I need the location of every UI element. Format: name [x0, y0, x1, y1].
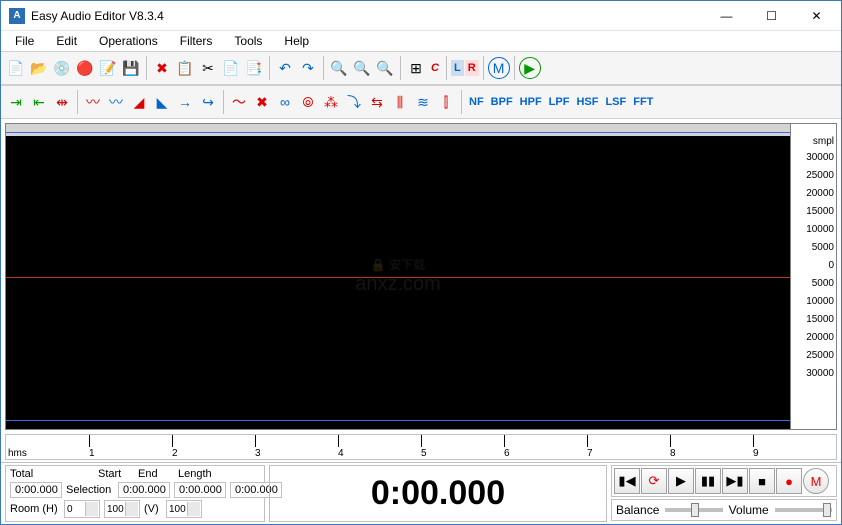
filter-lpf-button[interactable]: LPF — [546, 94, 573, 110]
fade-in-icon[interactable]: ◢ — [128, 91, 150, 113]
zoom-in-icon[interactable]: 🔍 — [328, 57, 350, 79]
menu-edit[interactable]: Edit — [46, 32, 87, 50]
effect1-icon[interactable]: 〜 — [228, 91, 250, 113]
filter-bpf-button[interactable]: BPF — [488, 94, 516, 110]
volume-label: Volume — [729, 503, 769, 517]
play-loop-button[interactable]: ⟳ — [641, 468, 667, 494]
record-button[interactable]: ● — [776, 468, 802, 494]
room-h1-stepper[interactable]: 0 — [64, 500, 100, 518]
length-label: Length — [178, 468, 214, 480]
effect10-icon[interactable]: ⫿ — [435, 91, 457, 113]
trim-start-icon[interactable]: ⇥ — [5, 91, 27, 113]
redo-icon[interactable]: ↷ — [297, 57, 319, 79]
trim-sel-icon[interactable]: ⇹ — [51, 91, 73, 113]
filter-hsf-button[interactable]: HSF — [573, 94, 601, 110]
cut-icon[interactable]: ✂ — [197, 57, 219, 79]
end-label: End — [138, 468, 174, 480]
zoom-out-icon[interactable]: 🔍 — [351, 57, 373, 79]
filter-nf-button[interactable]: NF — [466, 94, 487, 110]
maximize-button[interactable]: ☐ — [749, 2, 794, 30]
paste-mix-icon[interactable]: 📑 — [243, 57, 265, 79]
channel-c-button[interactable]: C — [428, 60, 442, 76]
time-display: 0:00.000 — [269, 465, 607, 522]
effect4-icon[interactable]: ⦾ — [297, 91, 319, 113]
save-icon[interactable]: 💾 — [120, 57, 142, 79]
paste-icon[interactable]: 📄 — [220, 57, 242, 79]
amplitude-scale: smpl 30000 25000 20000 15000 10000 5000 … — [791, 123, 837, 430]
pause-button[interactable]: ▮▮ — [695, 468, 721, 494]
end-value: 0:00.000 — [174, 482, 226, 498]
effect8-icon[interactable]: ⫼ — [389, 91, 411, 113]
effect7-icon[interactable]: ⇆ — [366, 91, 388, 113]
undo-icon[interactable]: ↶ — [274, 57, 296, 79]
status-panel: Total Start End Length 0:00.000 Selectio… — [5, 465, 265, 522]
effect5-icon[interactable]: ⁂ — [320, 91, 342, 113]
edit-icon[interactable]: 📝 — [97, 57, 119, 79]
minimize-button[interactable]: — — [704, 2, 749, 30]
channel-l-button[interactable]: L — [451, 60, 464, 76]
channel-r-button[interactable]: R — [465, 60, 479, 76]
menu-tools[interactable]: Tools — [224, 32, 272, 50]
effect9-icon[interactable]: ≋ — [412, 91, 434, 113]
room-h2-stepper[interactable]: 100 — [104, 500, 140, 518]
waveform-canvas[interactable]: 🔒 安下载 anxz.com — [5, 123, 791, 430]
total-label: Total — [10, 468, 46, 480]
balance-slider[interactable] — [665, 508, 722, 512]
skip-start-button[interactable]: ▮◀ — [614, 468, 640, 494]
effect3-icon[interactable]: ∞ — [274, 91, 296, 113]
copy-icon[interactable]: 📋 — [174, 57, 196, 79]
wave-red-icon[interactable]: 〰 — [82, 91, 104, 113]
menu-operations[interactable]: Operations — [89, 32, 168, 50]
trim-end-icon[interactable]: ⇤ — [28, 91, 50, 113]
room-v-stepper[interactable]: 100 — [166, 500, 202, 518]
menu-help[interactable]: Help — [274, 32, 319, 50]
channels-icon[interactable]: ⊞ — [405, 57, 427, 79]
selection-label: Selection — [66, 484, 114, 496]
start-value: 0:00.000 — [118, 482, 170, 498]
balance-label: Balance — [616, 503, 659, 517]
skip-end-button[interactable]: ▶▮ — [722, 468, 748, 494]
zoom-sel-icon[interactable]: 🔍 — [374, 57, 396, 79]
new-icon[interactable]: 📄 — [5, 57, 27, 79]
total-value: 0:00.000 — [10, 482, 62, 498]
stop-button[interactable]: ■ — [749, 468, 775, 494]
record-icon[interactable]: 🔴 — [74, 57, 96, 79]
menu-filters[interactable]: Filters — [170, 32, 223, 50]
app-icon: A — [9, 8, 25, 24]
menubar: File Edit Operations Filters Tools Help — [1, 31, 841, 51]
fade-out-icon[interactable]: ◣ — [151, 91, 173, 113]
marker-icon[interactable]: M — [488, 57, 510, 79]
start-label: Start — [98, 468, 134, 480]
room-h-label: Room (H) — [10, 503, 60, 515]
filter-fft-button[interactable]: FFT — [630, 94, 656, 110]
go-icon[interactable]: ▶ — [519, 57, 541, 79]
room-v-label: (V) — [144, 503, 162, 515]
play-button[interactable]: ▶ — [668, 468, 694, 494]
menu-file[interactable]: File — [5, 32, 44, 50]
filter-hpf-button[interactable]: HPF — [517, 94, 545, 110]
close-button[interactable]: ✕ — [794, 2, 839, 30]
window-title: Easy Audio Editor V8.3.4 — [31, 9, 704, 23]
effect6-icon[interactable]: ⤵ — [343, 91, 365, 113]
filter-lsf-button[interactable]: LSF — [602, 94, 629, 110]
volume-slider[interactable] — [775, 508, 832, 512]
open-icon[interactable]: 📂 — [28, 57, 50, 79]
time-ruler[interactable]: hms 1 2 3 4 5 6 7 8 9 — [5, 434, 837, 460]
marker-button[interactable]: M — [803, 468, 829, 494]
cd-icon[interactable]: 💿 — [51, 57, 73, 79]
effect2-icon[interactable]: ✖ — [251, 91, 273, 113]
waveform-scrollbar[interactable] — [6, 124, 790, 136]
arrow-right-icon[interactable]: → — [174, 91, 196, 113]
arrow-curve-icon[interactable]: ↪ — [197, 91, 219, 113]
wave-blue-icon[interactable]: 〰 — [105, 91, 127, 113]
delete-icon[interactable]: ✖ — [151, 57, 173, 79]
